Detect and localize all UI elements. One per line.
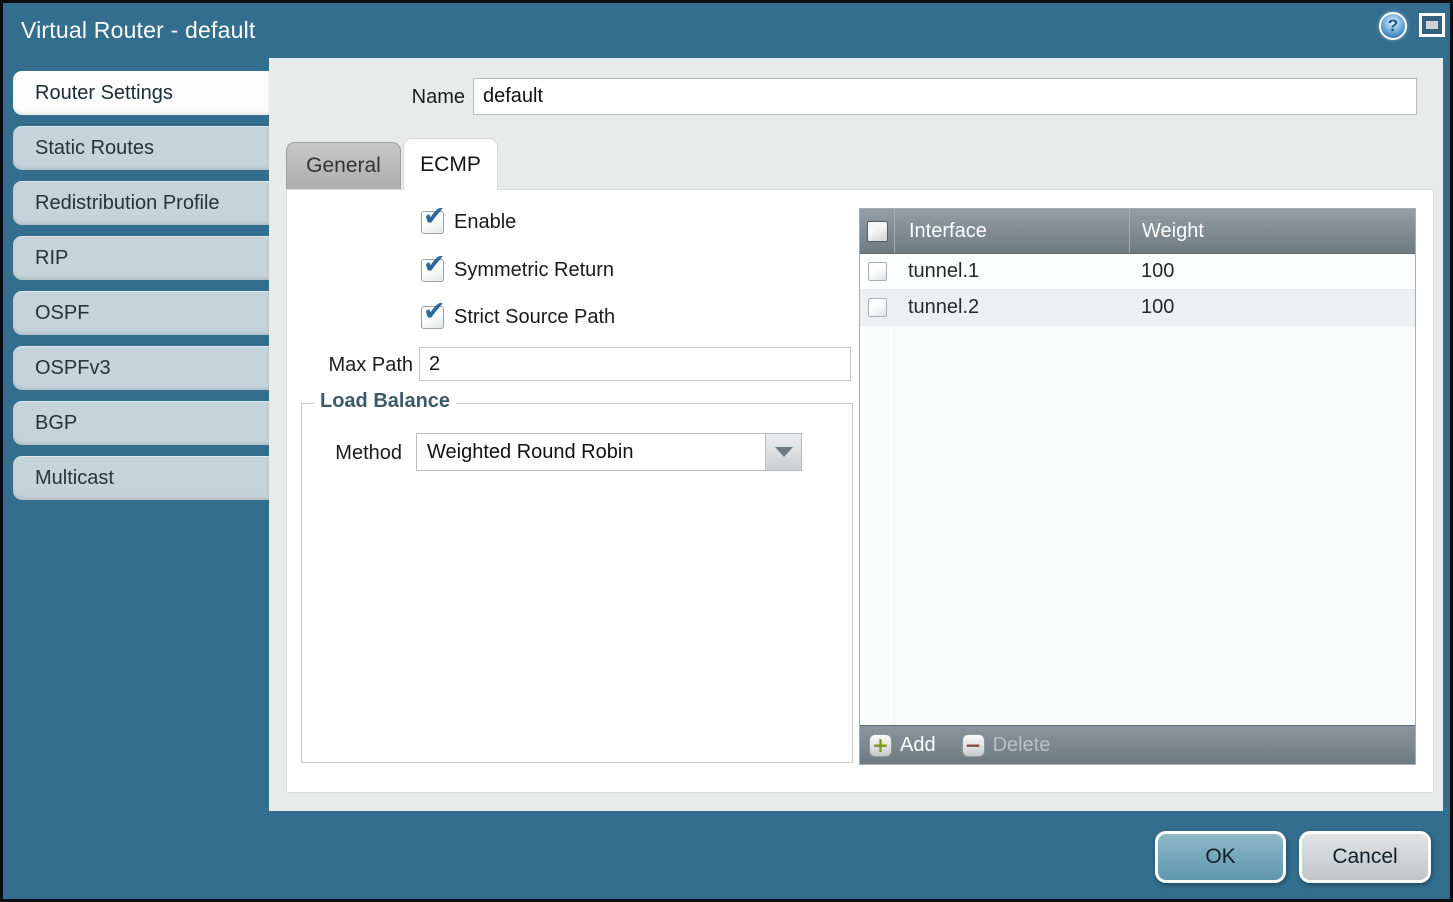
table-header: Interface Weight xyxy=(860,209,1415,254)
virtual-router-dialog: Virtual Router - default ? Router Settin… xyxy=(0,0,1453,902)
sidebar-item-multicast[interactable]: Multicast xyxy=(13,456,269,500)
cell-weight: 100 xyxy=(1129,260,1415,283)
window-restore-inner xyxy=(1426,21,1438,29)
sidebar-item-label: Router Settings xyxy=(35,82,173,105)
column-separator xyxy=(894,326,895,725)
method-label: Method xyxy=(330,442,402,465)
delete-icon: − xyxy=(962,734,985,757)
add-icon: + xyxy=(869,734,892,757)
header-checkbox-cell xyxy=(860,221,894,242)
strict-source-path-label: Strict Source Path xyxy=(454,306,615,329)
sidebar-item-static-routes[interactable]: Static Routes xyxy=(13,126,269,170)
dropdown-arrow-icon xyxy=(765,434,801,470)
sidebar-item-ospf[interactable]: OSPF xyxy=(13,291,269,335)
sidebar-item-ospfv3[interactable]: OSPFv3 xyxy=(13,346,269,390)
method-selected-value: Weighted Round Robin xyxy=(427,434,633,470)
sidebar-item-label: BGP xyxy=(35,412,77,435)
sidebar-item-label: Multicast xyxy=(35,467,114,490)
sidebar-item-redistribution-profile[interactable]: Redistribution Profile xyxy=(13,181,269,225)
max-path-input[interactable] xyxy=(419,347,851,381)
add-label: Add xyxy=(900,734,936,757)
cell-interface: tunnel.2 xyxy=(894,296,1129,319)
help-glyph: ? xyxy=(1388,16,1398,36)
sidebar-item-label: OSPFv3 xyxy=(35,357,111,380)
column-header-interface: Interface xyxy=(894,209,1129,253)
symmetric-return-row: ✔ Symmetric Return xyxy=(421,259,614,282)
check-icon: ✔ xyxy=(423,203,446,230)
name-label: Name xyxy=(399,86,465,109)
sidebar-item-label: Static Routes xyxy=(35,137,154,160)
delete-button[interactable]: − Delete xyxy=(962,734,1051,757)
check-icon: ✔ xyxy=(423,251,446,278)
dialog-title: Virtual Router - default xyxy=(21,3,256,58)
interface-weight-table: Interface Weight tunnel.1 100 tunnel.2 1… xyxy=(859,208,1416,765)
ok-label: OK xyxy=(1205,845,1235,869)
table-row[interactable]: tunnel.1 100 xyxy=(860,254,1415,290)
row-checkbox[interactable] xyxy=(868,298,887,317)
table-row[interactable]: tunnel.2 100 xyxy=(860,290,1415,326)
sidebar: Router Settings Static Routes Redistribu… xyxy=(13,71,269,511)
table-empty-body xyxy=(860,326,1415,725)
tab-general[interactable]: General xyxy=(286,142,401,189)
enable-row: ✔ Enable xyxy=(421,211,516,234)
symmetric-return-checkbox[interactable]: ✔ xyxy=(421,259,444,282)
add-button[interactable]: + Add xyxy=(869,734,936,757)
sidebar-item-label: OSPF xyxy=(35,302,89,325)
table-footer: + Add − Delete xyxy=(860,725,1415,764)
cell-interface: tunnel.1 xyxy=(894,260,1129,283)
load-balance-fieldset: Load Balance Method Weighted Round Robin xyxy=(301,403,853,763)
name-input[interactable] xyxy=(473,78,1417,115)
enable-label: Enable xyxy=(454,211,516,234)
ok-button[interactable]: OK xyxy=(1155,831,1286,883)
sidebar-item-rip[interactable]: RIP xyxy=(13,236,269,280)
help-icon[interactable]: ? xyxy=(1379,12,1407,40)
tab-ecmp[interactable]: ECMP xyxy=(403,138,498,190)
ecmp-panel: ✔ Enable ✔ Symmetric Return ✔ Strict Sou… xyxy=(286,189,1434,793)
enable-checkbox[interactable]: ✔ xyxy=(421,211,444,234)
load-balance-legend: Load Balance xyxy=(314,390,456,413)
symmetric-return-label: Symmetric Return xyxy=(454,259,614,282)
max-path-label: Max Path xyxy=(317,354,413,377)
sidebar-item-label: RIP xyxy=(35,247,68,270)
strict-source-path-row: ✔ Strict Source Path xyxy=(421,306,615,329)
strict-source-path-checkbox[interactable]: ✔ xyxy=(421,306,444,329)
row-checkbox[interactable] xyxy=(868,262,887,281)
check-icon: ✔ xyxy=(423,298,446,325)
window-restore-icon[interactable] xyxy=(1419,13,1445,37)
tab-label: ECMP xyxy=(420,153,481,177)
delete-label: Delete xyxy=(993,734,1051,757)
content-area: Name General ECMP ✔ Enable ✔ Symmetric R… xyxy=(269,58,1443,811)
sidebar-item-bgp[interactable]: BGP xyxy=(13,401,269,445)
sidebar-item-router-settings[interactable]: Router Settings xyxy=(13,71,269,115)
cell-weight: 100 xyxy=(1129,296,1415,319)
column-header-weight: Weight xyxy=(1129,209,1415,253)
cancel-button[interactable]: Cancel xyxy=(1299,831,1431,883)
sidebar-item-label: Redistribution Profile xyxy=(35,192,220,215)
tab-label: General xyxy=(306,154,381,178)
method-select[interactable]: Weighted Round Robin xyxy=(416,433,802,471)
title-bar: Virtual Router - default ? xyxy=(3,3,1450,58)
select-all-checkbox[interactable] xyxy=(867,221,888,242)
cancel-label: Cancel xyxy=(1332,845,1397,869)
